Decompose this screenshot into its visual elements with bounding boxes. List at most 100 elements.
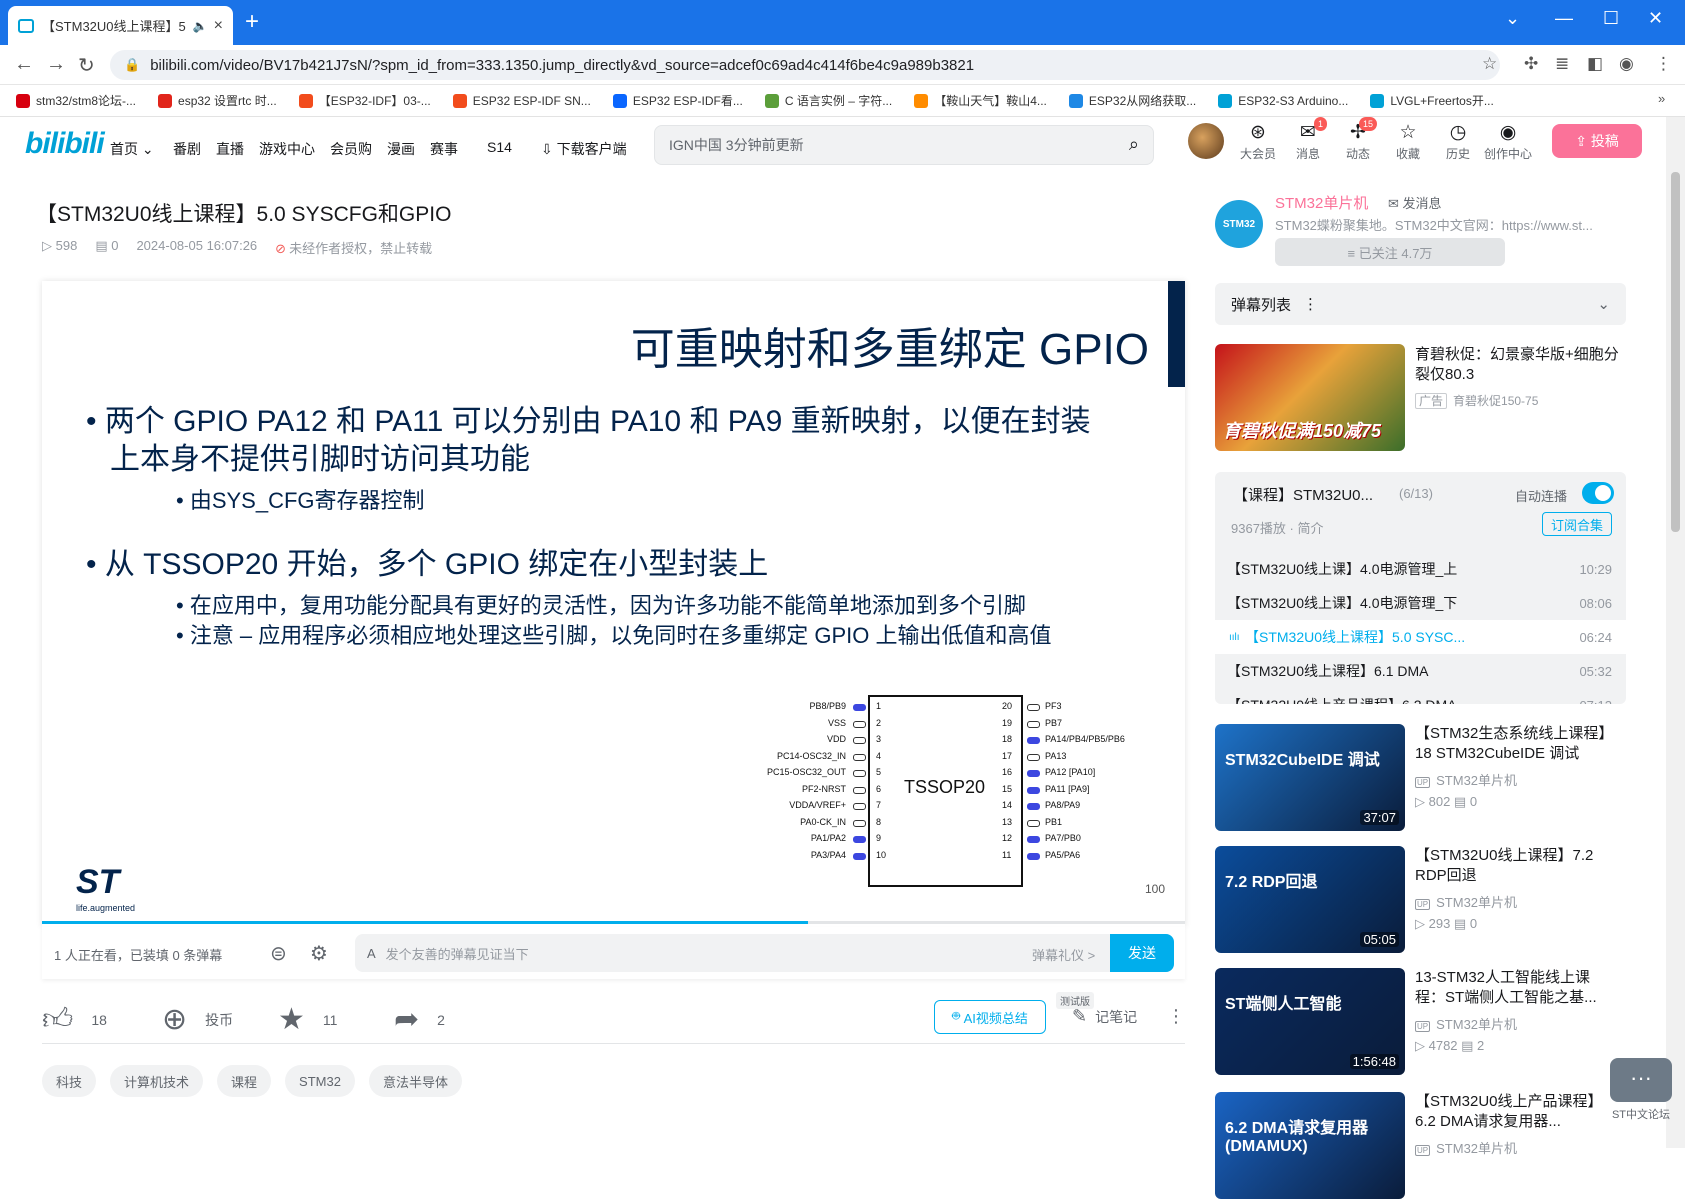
- user-avatar[interactable]: [1188, 123, 1224, 159]
- menu-icon[interactable]: ⋮: [1655, 54, 1672, 74]
- reading-list-icon[interactable]: ≣: [1555, 54, 1569, 74]
- playlist-title[interactable]: 【课程】STM32U0...: [1233, 484, 1373, 505]
- forward-icon[interactable]: →: [46, 53, 66, 76]
- notes-button[interactable]: ✎ 记笔记: [1072, 1006, 1137, 1027]
- speaker-icon[interactable]: 🔈: [193, 19, 208, 33]
- url-bar[interactable]: 🔒 bilibili.com/video/BV17b421J7sN/?spm_i…: [110, 50, 1500, 80]
- recommended-author[interactable]: STM32单片机: [1415, 770, 1517, 789]
- bookmark-item[interactable]: 【鞍山天气】鞍山4...: [914, 92, 1047, 109]
- recommended-video[interactable]: 6.2 DMA请求复用器 (DMAMUX) 【STM32U0线上产品课程】6.2 …: [1215, 1092, 1626, 1199]
- like-button[interactable]: 👍︎ 18: [42, 1002, 107, 1038]
- st-forum-widget[interactable]: ··· ST中文论坛: [1610, 1058, 1672, 1122]
- video-player[interactable]: 可重映射和多重绑定 GPIO • 两个 GPIO PA12 和 PA11 可以分…: [42, 281, 1185, 927]
- bookmark-star-icon[interactable]: ☆: [1482, 54, 1497, 74]
- video-tag[interactable]: 计算机技术: [110, 1065, 204, 1097]
- playlist-item[interactable]: ıılı 【STM32U0线上课程】5.0 SYSC... 06:24: [1215, 620, 1626, 654]
- page-scrollbar[interactable]: [1666, 117, 1685, 1148]
- reload-icon[interactable]: ↻: [78, 53, 95, 78]
- danmaku-etiquette-link[interactable]: 弹幕礼仪 >: [1032, 945, 1095, 964]
- close-window-icon[interactable]: ✕: [1648, 8, 1663, 29]
- bookmark-item[interactable]: ESP32从网络获取...: [1068, 92, 1196, 109]
- recommended-title[interactable]: 【STM32U0线上课程】7.2 RDP回退: [1415, 846, 1620, 886]
- ad-title[interactable]: 育碧秋促：幻景豪华版+细胞分裂仅80.3: [1415, 345, 1625, 385]
- send-danmaku-button[interactable]: 发送: [1110, 934, 1174, 972]
- bookmark-item[interactable]: LVGL+Freertos开...: [1370, 92, 1494, 109]
- recommended-title[interactable]: 【STM32U0线上产品课程】6.2 DMA请求复用器...: [1415, 1092, 1620, 1132]
- header-history-button[interactable]: ◷ 历史: [1433, 121, 1483, 162]
- recommended-author[interactable]: STM32单片机: [1415, 892, 1517, 911]
- video-tag[interactable]: 意法半导体: [368, 1065, 462, 1097]
- nav-home[interactable]: 首页 ⌄: [110, 139, 154, 159]
- share-button[interactable]: ➦ 2: [394, 1002, 445, 1037]
- bookmarks-overflow-icon[interactable]: »: [1658, 91, 1665, 106]
- danmaku-toggle-icon[interactable]: ⊜: [270, 941, 287, 966]
- minimize-icon[interactable]: —: [1555, 8, 1573, 29]
- text-style-icon[interactable]: A: [367, 946, 376, 961]
- recommended-thumbnail[interactable]: ST端侧人工智能 1:56:48: [1215, 968, 1405, 1075]
- nav-download-client[interactable]: ⇩ 下载客户端: [541, 139, 627, 159]
- bilibili-logo[interactable]: bilibili: [25, 127, 105, 161]
- profile-icon[interactable]: ◉: [1619, 54, 1634, 74]
- extensions-icon[interactable]: ✣: [1524, 54, 1538, 74]
- coin-button[interactable]: ⊕ 投币: [162, 1002, 233, 1037]
- danmaku-input[interactable]: A 发个友善的弹幕见证当下: [355, 934, 1115, 972]
- upload-button[interactable]: ⇪ 投稿: [1552, 124, 1642, 158]
- autoplay-toggle[interactable]: [1582, 482, 1614, 504]
- danmaku-settings-icon[interactable]: ⚙: [310, 941, 328, 966]
- recommended-thumbnail[interactable]: STM32CubeIDE 调试 37:07: [1215, 724, 1405, 831]
- playlist-item[interactable]: 【STM32U0线上课程】6.1 DMA 05:32: [1215, 654, 1626, 688]
- tab-search-icon[interactable]: ⌄: [1505, 8, 1520, 29]
- bookmark-item[interactable]: esp32 设置rtc 时...: [158, 92, 277, 109]
- recommended-thumbnail[interactable]: 6.2 DMA请求复用器 (DMAMUX): [1215, 1092, 1405, 1199]
- uploader-name[interactable]: STM32单片机: [1275, 192, 1368, 213]
- subscribe-collection-button[interactable]: 订阅合集: [1542, 512, 1612, 536]
- bookmark-item[interactable]: 【ESP32-IDF】03-...: [298, 92, 431, 109]
- back-icon[interactable]: ←: [14, 53, 34, 76]
- uploader-avatar[interactable]: STM32: [1215, 200, 1263, 248]
- followed-button[interactable]: ≡ 已关注 4.7万: [1275, 238, 1505, 266]
- chevron-down-icon[interactable]: ⌄: [1597, 295, 1610, 313]
- bookmark-item[interactable]: ESP32-S3 Arduino...: [1218, 93, 1348, 108]
- header-bulb-button[interactable]: ◉ 创作中心: [1483, 121, 1533, 162]
- header-star-button[interactable]: ☆ 收藏: [1383, 121, 1433, 162]
- side-panel-icon[interactable]: ◧: [1587, 54, 1603, 74]
- playlist-item[interactable]: 【STM32U0线上产品课程】6.2 DMA...07:12: [1215, 688, 1626, 704]
- danmaku-list-panel[interactable]: 弹幕列表 ⋮ ⌄: [1215, 283, 1626, 325]
- ai-summary-button[interactable]: 🤖︎ AI视频总结: [934, 1000, 1046, 1034]
- new-tab-icon[interactable]: +: [245, 8, 259, 36]
- nav-esports[interactable]: 赛事: [430, 139, 458, 159]
- bookmark-item[interactable]: stm32/stm8论坛-...: [16, 92, 136, 109]
- nav-live[interactable]: 直播: [216, 139, 244, 159]
- maximize-icon[interactable]: ☐: [1603, 8, 1619, 29]
- recommended-title[interactable]: 13-STM32人工智能线上课程：ST端侧人工智能之基...: [1415, 968, 1620, 1008]
- danmaku-list-more-icon[interactable]: ⋮: [1303, 295, 1318, 313]
- bookmark-item[interactable]: ESP32 ESP-IDF看...: [612, 92, 743, 109]
- send-message-link[interactable]: ✉ 发消息: [1388, 193, 1442, 212]
- browser-tab[interactable]: 【STM32U0线上课程】5 🔈 ×: [8, 6, 233, 45]
- video-tag[interactable]: 科技: [42, 1065, 97, 1097]
- playlist-item[interactable]: 【STM32U0线上课】4.0电源管理_下 08:06: [1215, 586, 1626, 620]
- nav-anime[interactable]: 番剧: [173, 139, 201, 159]
- favorite-button[interactable]: ★ 11: [278, 1002, 337, 1037]
- scrollbar-thumb[interactable]: [1671, 172, 1680, 532]
- search-icon[interactable]: ⌕: [1129, 134, 1139, 155]
- nav-manga[interactable]: 漫画: [387, 139, 415, 159]
- bookmark-item[interactable]: ESP32 ESP-IDF SN...: [452, 93, 591, 108]
- ad-thumbnail[interactable]: 育碧秋促满150减75: [1215, 344, 1405, 451]
- recommended-video[interactable]: 7.2 RDP回退 05:05 【STM32U0线上课程】7.2 RDP回退 STM3…: [1215, 846, 1626, 953]
- progress-bar[interactable]: [42, 921, 1185, 924]
- nav-game-center[interactable]: 游戏中心: [259, 139, 315, 159]
- recommended-video[interactable]: ST端侧人工智能 1:56:48 13-STM32人工智能线上课程：ST端侧人工智能…: [1215, 968, 1626, 1075]
- recommended-author[interactable]: STM32单片机: [1415, 1014, 1517, 1033]
- header-vip-button[interactable]: ⊛ 大会员: [1233, 121, 1283, 162]
- tab-close-icon[interactable]: ×: [214, 17, 223, 35]
- header-dynamic-button[interactable]: ✢ 动态 15: [1333, 117, 1383, 162]
- recommended-title[interactable]: 【STM32生态系统线上课程】18 STM32CubeIDE 调试: [1415, 724, 1620, 764]
- search-input[interactable]: IGN中国 3分钟前更新: [669, 135, 804, 155]
- video-tag[interactable]: STM32: [285, 1065, 355, 1097]
- nav-mall[interactable]: 会员购: [330, 139, 372, 159]
- recommended-thumbnail[interactable]: 7.2 RDP回退 05:05: [1215, 846, 1405, 953]
- bookmark-item[interactable]: C 语言实例 – 字符...: [764, 92, 892, 109]
- recommended-video[interactable]: STM32CubeIDE 调试 37:07 【STM32生态系统线上课程】18 ST…: [1215, 724, 1626, 831]
- search-bar[interactable]: IGN中国 3分钟前更新 ⌕: [654, 125, 1154, 165]
